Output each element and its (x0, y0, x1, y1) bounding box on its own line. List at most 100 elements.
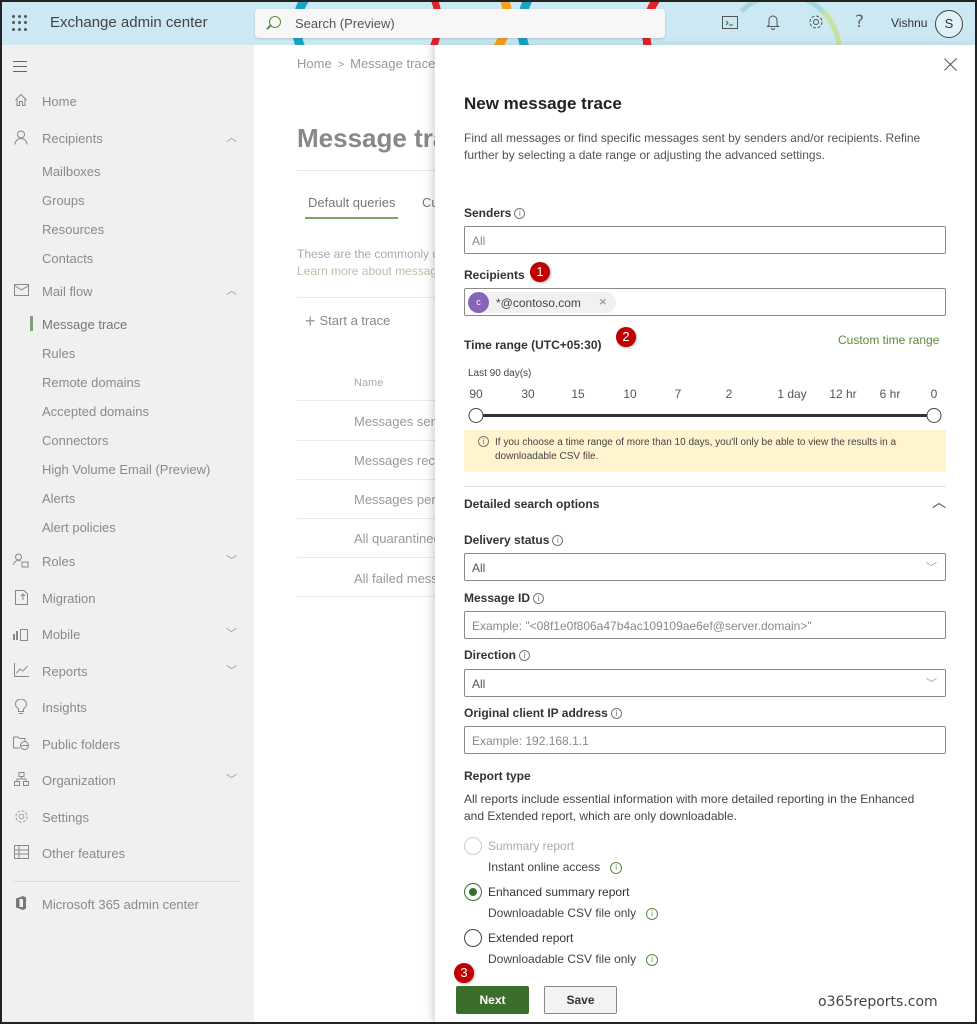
search-box[interactable]: Search (Preview) (255, 9, 665, 38)
info-icon[interactable]: i (552, 535, 564, 546)
radio-extended-report[interactable] (464, 929, 482, 947)
sidebar-item-reports[interactable]: Reports ﹀ (2, 658, 254, 686)
sidebar-item-label: High Volume Email (Preview) (42, 462, 211, 477)
search-icon (269, 16, 281, 28)
recipient-chip: c *@contoso.com × (468, 292, 616, 313)
sidebar-item-mailboxes[interactable]: Mailboxes (2, 158, 254, 186)
sidebar-item-rules[interactable]: Rules (2, 340, 254, 368)
gear-icon[interactable] (808, 14, 824, 34)
sidebar-item-message-trace[interactable]: Message trace (2, 311, 254, 339)
client-ip-label: Original client IP address i (464, 706, 622, 720)
slider-tick-label: 1 day (777, 387, 807, 401)
slider-tick-label: 7 (674, 387, 682, 401)
bell-icon[interactable] (766, 14, 780, 34)
info-icon[interactable]: i (646, 908, 659, 920)
user-name: Vishnu (891, 16, 928, 30)
remove-chip-icon[interactable]: × (599, 294, 607, 309)
office-logo-icon (13, 896, 29, 912)
slider-tick-label: 15 (571, 387, 585, 401)
terminal-icon[interactable] (722, 15, 738, 33)
delivery-status-dropdown[interactable]: All ﹀ (464, 553, 946, 581)
sidebar-item-mail-flow[interactable]: Mail flow ︿ (2, 278, 254, 306)
message-id-label: Message ID i (464, 591, 545, 605)
slider-start-handle[interactable] (468, 408, 484, 423)
close-icon[interactable] (943, 57, 959, 73)
watermark: o365reports.com (818, 994, 938, 1010)
slider-end-handle[interactable] (926, 408, 942, 423)
sidebar-item-connectors[interactable]: Connectors (2, 427, 254, 455)
sidebar-item-public-folders[interactable]: Public folders (2, 731, 254, 759)
recipients-input[interactable]: c *@contoso.com × (464, 288, 946, 316)
tab-default-queries[interactable]: Default queries (308, 195, 395, 210)
learn-more-link[interactable]: Learn more about message trace (297, 264, 444, 278)
sidebar-item-settings[interactable]: Settings (2, 804, 254, 832)
sidebar-item-migration[interactable]: Migration (2, 585, 254, 613)
sidebar-item-home[interactable]: Home (2, 88, 254, 116)
summary-report-label: Summary report (488, 839, 575, 853)
hamburger-menu-icon[interactable] (13, 61, 27, 76)
chevron-down-icon[interactable]: ﹀ (226, 662, 237, 678)
sidebar-item-label: Contacts (42, 251, 94, 266)
sidebar-item-other-features[interactable]: Other features (2, 840, 254, 868)
extended-report-sub: Downloadable CSV file only (488, 952, 637, 966)
panel-title: New message trace (464, 94, 622, 113)
breadcrumb-home[interactable]: Home (297, 56, 332, 71)
info-icon[interactable]: i (646, 954, 659, 966)
divider (297, 440, 444, 441)
detailed-search-options-title[interactable]: Detailed search options (464, 497, 599, 511)
app-launcher-icon[interactable] (12, 15, 28, 31)
sidebar-item-label: Mobile (42, 627, 81, 642)
chevron-up-icon[interactable]: ︿ (932, 492, 946, 512)
info-icon[interactable]: i (533, 593, 545, 604)
info-icon[interactable]: i (519, 650, 531, 661)
sidebar-item-m365-admin-center[interactable]: Microsoft 365 admin center (2, 891, 254, 919)
page-title: Message trace (297, 123, 444, 153)
chevron-down-icon[interactable]: ﹀ (226, 552, 237, 568)
slider-tick-label: 10 (623, 387, 637, 401)
sidebar-item-label: Roles (42, 554, 76, 569)
client-ip-input[interactable]: Example: 192.168.1.1 (464, 726, 946, 754)
sidebar-item-label: Rules (42, 346, 76, 361)
slider-tick-label: 0 (930, 387, 938, 401)
sidebar-item-alert-policies[interactable]: Alert policies (2, 514, 254, 542)
sidebar-item-mobile[interactable]: Mobile ﹀ (2, 621, 254, 649)
sidebar-item-groups[interactable]: Groups (2, 187, 254, 215)
senders-input[interactable]: All (464, 226, 946, 254)
divider (297, 557, 444, 558)
slider-tick-label: 90 (469, 387, 483, 401)
start-trace-button[interactable]: + Start a trace (305, 311, 390, 332)
slider-tick-label: 30 (521, 387, 535, 401)
breadcrumb: Home > Message trace (297, 56, 435, 71)
divider (297, 297, 444, 298)
chevron-down-icon[interactable]: ﹀ (226, 771, 237, 787)
chevron-up-icon[interactable]: ︿ (226, 282, 237, 298)
sidebar-item-organization[interactable]: Organization ﹀ (2, 767, 254, 795)
sidebar-item-resources[interactable]: Resources (2, 216, 254, 244)
direction-dropdown[interactable]: All ﹀ (464, 669, 946, 697)
sidebar-item-remote-domains[interactable]: Remote domains (2, 369, 254, 397)
active-indicator (30, 316, 33, 331)
column-header-name[interactable]: Name (354, 377, 383, 389)
sidebar-item-insights[interactable]: Insights (2, 694, 254, 722)
time-range-slider-track[interactable] (476, 414, 935, 417)
sidebar-item-roles[interactable]: Roles ﹀ (2, 548, 254, 576)
sidebar-item-contacts[interactable]: Contacts (2, 245, 254, 273)
radio-enhanced-summary-report[interactable] (464, 883, 482, 901)
info-icon[interactable]: i (610, 708, 622, 719)
sidebar-item-alerts[interactable]: Alerts (2, 485, 254, 513)
sidebar-item-accepted-domains[interactable]: Accepted domains (2, 398, 254, 426)
save-button[interactable]: Save (544, 986, 617, 1014)
sidebar-item-recipients[interactable]: Recipients ︿ (2, 125, 254, 153)
info-icon[interactable]: i (610, 862, 623, 874)
help-icon[interactable]: ? (855, 12, 864, 32)
chevron-up-icon[interactable]: ︿ (226, 129, 237, 145)
chevron-down-icon[interactable]: ﹀ (226, 625, 237, 641)
custom-time-range-link[interactable]: Custom time range (838, 333, 939, 347)
message-id-input[interactable]: Example: "<08f1e0f806a47b4ac109109ae6ef@… (464, 611, 946, 639)
radio-summary-report[interactable] (464, 837, 482, 855)
next-button[interactable]: Next (456, 986, 529, 1014)
avatar[interactable]: S (935, 10, 963, 38)
sidebar-item-high-volume-email[interactable]: High Volume Email (Preview) (2, 456, 254, 484)
info-icon[interactable]: i (514, 208, 526, 219)
sidebar-item-label: Resources (42, 222, 105, 237)
